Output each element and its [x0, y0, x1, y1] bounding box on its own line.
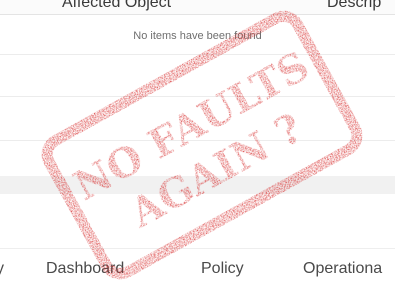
- divider: [0, 140, 395, 141]
- divider: [0, 96, 395, 97]
- empty-state-message: No items have been found: [133, 30, 262, 42]
- nav-item-dashboard[interactable]: Dashboard: [46, 260, 124, 278]
- column-header-affected-object[interactable]: Affected Object: [62, 0, 171, 12]
- stamp-line-2: AGAIN ?: [121, 104, 310, 237]
- app-page: Affected Object Descrip No items have be…: [0, 0, 395, 307]
- bottom-navigation: y Dashboard Policy Operationa: [0, 248, 395, 291]
- nav-item-operational[interactable]: Operationa: [303, 260, 382, 278]
- section-band: [0, 176, 395, 194]
- divider: [0, 54, 395, 55]
- no-faults-stamp: NO FAULTS AGAIN ?: [31, 0, 374, 290]
- nav-item-policy[interactable]: Policy: [201, 260, 244, 278]
- table-header: Affected Object Descrip: [0, 0, 395, 15]
- column-header-description[interactable]: Descrip: [327, 0, 381, 12]
- nav-item-partial[interactable]: y: [0, 260, 4, 278]
- stamp-graphic: NO FAULTS AGAIN ?: [41, 10, 363, 280]
